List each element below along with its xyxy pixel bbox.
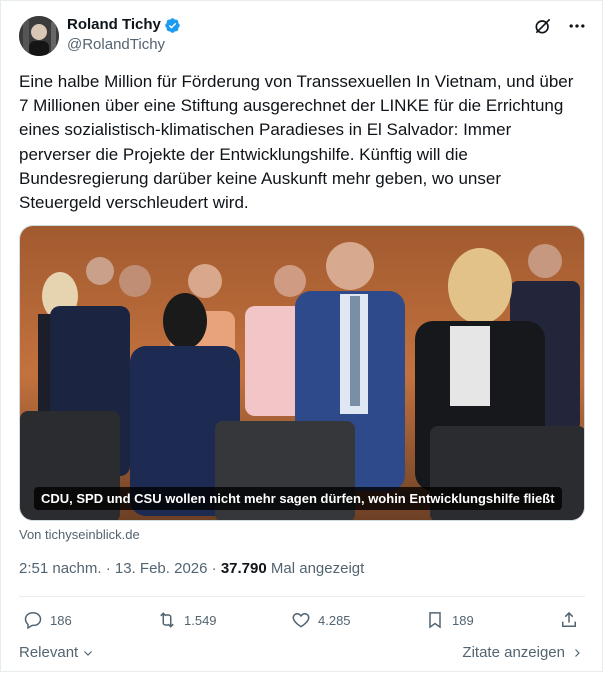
tweet-header: Roland Tichy @RolandTichy <box>19 14 587 56</box>
view-count-label: Mal angezeigt <box>270 560 365 577</box>
meta-separator: · <box>207 560 221 577</box>
divider <box>19 596 585 597</box>
tweet-media[interactable]: CDU, SPD und CSU wollen nicht mehr sagen… <box>19 225 585 521</box>
share-button[interactable] <box>559 610 579 630</box>
view-quotes-link[interactable]: Zitate anzeigen <box>462 644 583 661</box>
repost-icon <box>160 612 174 628</box>
sort-label: Relevant <box>19 644 79 661</box>
bookmark-count: 189 <box>452 612 474 628</box>
display-name-row[interactable]: Roland Tichy <box>67 16 181 34</box>
meta-separator: · <box>101 560 115 577</box>
heart-icon <box>292 612 310 628</box>
grok-icon[interactable] <box>533 16 553 36</box>
repost-button[interactable]: 1.549 <box>157 610 217 630</box>
media-caption: CDU, SPD und CSU wollen nicht mehr sagen… <box>34 487 562 510</box>
chevron-right-icon <box>575 648 580 657</box>
action-bar: 186 1.549 4.285 189 <box>19 610 585 634</box>
reply-button[interactable]: 186 <box>23 610 72 630</box>
bookmark-button[interactable]: 189 <box>425 610 474 630</box>
more-icon[interactable] <box>567 16 587 36</box>
tweet-meta: 2:51 nachm. · 13. Feb. 2026 · 37.790 Mal… <box>19 560 364 577</box>
like-button[interactable]: 4.285 <box>291 610 351 630</box>
handle[interactable]: @RolandTichy <box>67 35 181 55</box>
quotes-label: Zitate anzeigen <box>462 644 565 661</box>
reply-icon <box>24 612 42 630</box>
tweet-text: Eine halbe Million für Förderung von Tra… <box>19 72 574 213</box>
reply-count: 186 <box>50 612 72 628</box>
display-name[interactable]: Roland Tichy <box>67 16 161 34</box>
like-count: 4.285 <box>318 612 351 628</box>
link-source[interactable]: Von tichyseinblick.de <box>19 527 140 542</box>
sort-dropdown[interactable]: Relevant <box>19 644 94 661</box>
tweet-date[interactable]: 13. Feb. 2026 <box>115 560 208 577</box>
repost-count: 1.549 <box>184 612 217 628</box>
share-icon <box>562 611 576 627</box>
verified-badge-icon <box>164 17 181 34</box>
bookmark-icon <box>429 612 441 629</box>
media-photo <box>20 226 584 520</box>
tweet-time[interactable]: 2:51 nachm. <box>19 560 102 577</box>
avatar[interactable] <box>19 16 59 56</box>
chevron-down-icon <box>84 650 93 656</box>
view-count: 37.790 <box>220 560 267 577</box>
